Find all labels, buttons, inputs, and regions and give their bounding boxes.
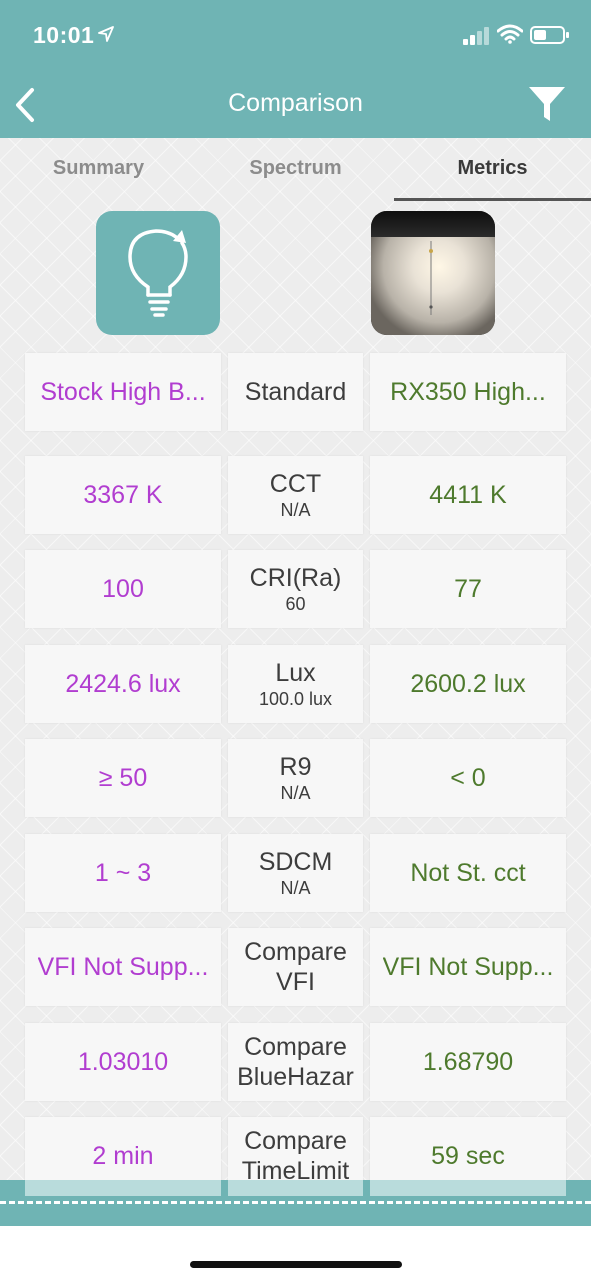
metric-row-r9: ≥ 50 R9 N/A < 0 bbox=[25, 739, 566, 817]
left-value: VFI Not Supp... bbox=[37, 952, 209, 981]
left-value-cell: 2 min bbox=[25, 1117, 221, 1188]
left-value-cell: 1 ~ 3 bbox=[25, 834, 221, 912]
left-value: 2424.6 lux bbox=[65, 669, 181, 698]
wifi-icon bbox=[497, 24, 523, 44]
left-value: ≥ 50 bbox=[98, 763, 148, 792]
bulb-icon bbox=[128, 229, 188, 317]
active-tab-indicator bbox=[394, 198, 591, 201]
right-value: Not St. cct bbox=[410, 858, 526, 887]
right-item-thumbnail[interactable] bbox=[371, 211, 495, 335]
metric-label: SDCM bbox=[258, 848, 333, 876]
left-value: 100 bbox=[102, 574, 144, 603]
headlight-photo bbox=[371, 211, 495, 335]
left-value: 2 min bbox=[92, 1141, 154, 1170]
right-value: 1.68790 bbox=[422, 1047, 514, 1076]
metric-label: CCT bbox=[269, 470, 322, 498]
metric-label-cell[interactable]: Compare BlueHazar bbox=[228, 1023, 363, 1101]
left-value-cell: 3367 K bbox=[25, 456, 221, 534]
dashed-divider bbox=[0, 1201, 591, 1204]
location-arrow-icon bbox=[98, 26, 114, 42]
metric-label-cell: SDCM N/A bbox=[228, 834, 363, 912]
left-value: 3367 K bbox=[83, 480, 163, 509]
left-value-cell: 100 bbox=[25, 550, 221, 628]
right-value-cell: 77 bbox=[370, 550, 566, 628]
metric-label-cell: CCT N/A bbox=[228, 456, 363, 534]
cell-shadow bbox=[370, 1180, 566, 1196]
right-value-cell: VFI Not Supp... bbox=[370, 928, 566, 1006]
home-indicator[interactable] bbox=[190, 1261, 402, 1268]
page-title: Comparison bbox=[228, 89, 363, 117]
tab-spectrum[interactable]: Spectrum bbox=[197, 157, 394, 180]
right-value-cell: 4411 K bbox=[370, 456, 566, 534]
metric-label: Compare bbox=[244, 938, 347, 966]
right-item-name: RX350 High... bbox=[390, 377, 546, 406]
left-value-cell: 1.03010 bbox=[25, 1023, 221, 1101]
metric-label-cell[interactable]: Compare TimeLimit bbox=[228, 1117, 363, 1188]
metric-label: Lux bbox=[275, 659, 316, 687]
left-item-thumbnail[interactable] bbox=[96, 211, 220, 335]
metric-label-cell: Lux 100.0 lux bbox=[228, 645, 363, 723]
standard-label: Standard bbox=[244, 378, 347, 406]
metric-label-cell[interactable]: Compare VFI bbox=[228, 928, 363, 1006]
filter-icon[interactable] bbox=[527, 84, 567, 124]
segment-tabs: Summary Spectrum Metrics bbox=[0, 138, 591, 202]
left-value: 1.03010 bbox=[77, 1047, 169, 1076]
metric-label-cell: CRI(Ra) 60 bbox=[228, 550, 363, 628]
left-value-cell: 2424.6 lux bbox=[25, 645, 221, 723]
metric-standard-value: N/A bbox=[280, 783, 311, 803]
metric-standard-value: N/A bbox=[280, 500, 311, 520]
nav-header: 10:01 Comparison bbox=[0, 0, 591, 138]
metric-standard-value: 60 bbox=[285, 594, 306, 614]
metric-row-cct: 3367 K CCT N/A 4411 K bbox=[25, 456, 566, 534]
right-value-cell: 1.68790 bbox=[370, 1023, 566, 1101]
comparison-header-row: Stock High B... Standard RX350 High... bbox=[25, 353, 566, 431]
tab-metrics[interactable]: Metrics bbox=[394, 157, 591, 180]
cell-shadow bbox=[228, 1180, 363, 1196]
metric-row-timelimit: 2 min Compare TimeLimit 59 sec bbox=[25, 1117, 566, 1188]
left-item-name-cell[interactable]: Stock High B... bbox=[25, 353, 221, 431]
battery-icon bbox=[530, 26, 569, 44]
cell-shadow bbox=[25, 1180, 221, 1196]
metric-label-cell: R9 N/A bbox=[228, 739, 363, 817]
right-value-cell: < 0 bbox=[370, 739, 566, 817]
metric-standard-value: 100.0 lux bbox=[258, 689, 333, 709]
right-value: 2600.2 lux bbox=[410, 669, 526, 698]
standard-cell: Standard bbox=[228, 353, 363, 431]
tab-summary[interactable]: Summary bbox=[0, 157, 197, 180]
metric-label: CRI(Ra) bbox=[249, 564, 342, 592]
metric-label-line2: VFI bbox=[276, 968, 315, 996]
right-value-cell: Not St. cct bbox=[370, 834, 566, 912]
right-value-cell: 59 sec bbox=[370, 1117, 566, 1188]
right-value: < 0 bbox=[450, 763, 486, 792]
status-time: 10:01 bbox=[33, 22, 95, 48]
metric-row-bluehazard: 1.03010 Compare BlueHazar 1.68790 bbox=[25, 1023, 566, 1101]
metric-standard-value: N/A bbox=[280, 878, 311, 898]
metrics-content[interactable]: Summary Spectrum Metrics Stock High B...… bbox=[0, 138, 591, 1188]
metric-row-vfi: VFI Not Supp... Compare VFI VFI Not Supp… bbox=[25, 928, 566, 1006]
right-item-name-cell[interactable]: RX350 High... bbox=[370, 353, 566, 431]
metric-label: Compare bbox=[244, 1033, 347, 1061]
left-value-cell: VFI Not Supp... bbox=[25, 928, 221, 1006]
left-value: 1 ~ 3 bbox=[94, 858, 152, 887]
right-value-cell: 2600.2 lux bbox=[370, 645, 566, 723]
metric-row-sdcm: 1 ~ 3 SDCM N/A Not St. cct bbox=[25, 834, 566, 912]
metric-label: Compare bbox=[244, 1127, 347, 1155]
metric-label-line2: BlueHazar bbox=[237, 1063, 354, 1091]
cellular-signal-icon bbox=[463, 27, 489, 45]
metric-row-cri: 100 CRI(Ra) 60 77 bbox=[25, 550, 566, 628]
left-item-name: Stock High B... bbox=[40, 377, 206, 406]
right-value: 77 bbox=[454, 574, 482, 603]
right-value: VFI Not Supp... bbox=[382, 952, 554, 981]
right-value: 4411 K bbox=[429, 480, 507, 509]
home-area bbox=[0, 1226, 591, 1280]
metric-label: R9 bbox=[279, 753, 312, 781]
left-value-cell: ≥ 50 bbox=[25, 739, 221, 817]
metric-row-lux: 2424.6 lux Lux 100.0 lux 2600.2 lux bbox=[25, 645, 566, 723]
right-value: 59 sec bbox=[431, 1141, 505, 1170]
